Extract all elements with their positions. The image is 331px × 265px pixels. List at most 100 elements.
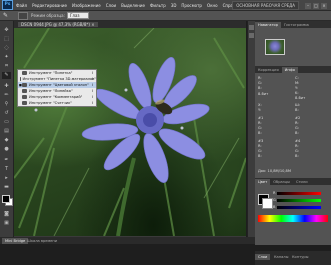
menu-file[interactable]: Файл [16, 3, 27, 8]
sample-3-g: G: [258, 149, 262, 153]
sample-2-g: G: [295, 126, 299, 130]
healing-brush-tool-icon[interactable]: ✚ [2, 83, 11, 90]
info-h-label: В: [295, 108, 299, 112]
info-g-label: G: [258, 81, 262, 85]
brush-tool-icon[interactable]: ✏ [2, 92, 11, 99]
quick-select-tool-icon[interactable]: ✦ [2, 54, 11, 61]
info-x-label: X: [258, 103, 262, 107]
history-panel-icon[interactable] [249, 25, 254, 30]
toolbox: ✥ ⬚ ◌ ✦ ⌗ ✎ ✚ ✏ ⚲ ↺ ▭ ▤ ◆ ● ✒ T ▸ ▬ ◙ ▣ [0, 21, 14, 237]
lasso-tool-icon[interactable]: ◌ [2, 45, 11, 52]
panel-dock: Навигатор Гистограмма 47,29% Коррекция И… [255, 21, 331, 265]
sample-4-b: B: [295, 154, 299, 158]
minimize-button[interactable]: – [305, 2, 311, 9]
sample-3-label: #3 [258, 139, 264, 143]
dodge-tool-icon[interactable]: ● [2, 146, 11, 153]
info-panel: R: G: B: 8-бит C: M: Y: K: 8-бит X: Y: Ш… [255, 73, 331, 197]
color-r-slider[interactable] [277, 192, 321, 195]
menu-3d[interactable]: 3D [171, 3, 177, 8]
collapsed-panel-icons [247, 21, 255, 237]
sample-1-label: #1 [258, 116, 264, 120]
color-g-slider[interactable] [277, 199, 321, 202]
properties-panel-icon[interactable] [249, 33, 254, 38]
eyedropper-icon [22, 71, 27, 75]
navigator-tabs: Навигатор Гистограмма [255, 21, 331, 28]
navigator-thumbnail[interactable] [265, 39, 285, 55]
sample-1-g: G: [258, 126, 262, 130]
color-spectrum-ramp[interactable] [258, 215, 328, 222]
document-tab[interactable]: DSCN 0944 JPG @ 47,3% (RGB/8*) × [18, 22, 98, 27]
color-b-label: B [273, 205, 276, 209]
menu-view[interactable]: Просмотр [181, 3, 202, 8]
sample-4-r: R: [295, 144, 299, 148]
info-bitdepth-left: 8-бит [258, 92, 269, 96]
info-b-label: B: [258, 86, 262, 90]
workspace-switcher[interactable]: ОСНОВНАЯ РАБОЧАЯ СРЕДА [232, 1, 299, 10]
color-b-slider[interactable] [277, 206, 321, 209]
sample-2-b: B: [295, 131, 299, 135]
shape-tool-icon[interactable]: ▬ [2, 184, 11, 191]
clone-stamp-tool-icon[interactable]: ⚲ [2, 101, 11, 108]
options-bar: ✎ Режим образца: Глаз [0, 11, 331, 21]
ruler-icon [22, 89, 27, 93]
color-panel: R G B [255, 185, 331, 245]
sample-4-label: #4 [295, 139, 301, 143]
info-tabs: Коррекция Инфо [255, 66, 331, 73]
tool-flyout-menu: Инструмент "Пипетка" I Инструмент "Пипет… [17, 69, 97, 107]
maximize-button[interactable]: □ [313, 2, 319, 9]
path-select-tool-icon[interactable]: ▸ [2, 175, 11, 182]
note-icon [22, 95, 27, 99]
pen-tool-icon[interactable]: ✒ [2, 157, 11, 164]
sample-3-r: R: [258, 144, 262, 148]
3d-eyedropper-icon [19, 77, 21, 81]
color-r-label: R [273, 191, 276, 195]
app-logo: Ps [2, 0, 13, 10]
color-tabs: Цвет Образцы Стили [255, 178, 331, 185]
menu-image[interactable]: Изображение [72, 3, 101, 8]
image-canvas[interactable] [14, 28, 246, 236]
bottom-panel-bar: Mini Bridge Шкала времени [0, 237, 255, 244]
info-y-coord-label: Y: [258, 108, 261, 112]
quick-mask-icon[interactable]: ◙ [2, 211, 11, 218]
foreground-color-swatch[interactable] [2, 195, 10, 203]
blur-tool-icon[interactable]: ◆ [2, 137, 11, 144]
photo-chicory-flower [14, 28, 246, 236]
info-k-label: K: [295, 91, 299, 95]
sample-2-r: R: [295, 121, 299, 125]
menu-layers[interactable]: Слои [106, 3, 116, 8]
eyedropper-tool-icon[interactable]: ✎ [2, 72, 11, 79]
menu-bar: Ps Файл Редактирование Изображение Слои … [0, 0, 331, 11]
sample-3-b: B: [258, 154, 262, 158]
layers-tabs: Слои Каналы Контуры [255, 251, 331, 265]
count-icon [22, 101, 27, 105]
menu-window[interactable]: Окно [207, 3, 218, 8]
crop-tool-icon[interactable]: ⌗ [2, 63, 11, 70]
menu-select[interactable]: Выделение [121, 3, 145, 8]
info-c-label: C: [295, 76, 299, 80]
gradient-tool-icon[interactable]: ▤ [2, 128, 11, 135]
screen-mode-icon[interactable]: ▣ [2, 220, 11, 227]
tab-layers[interactable]: Слои [255, 254, 271, 260]
sample-mode-select[interactable]: Глаз [66, 12, 89, 19]
info-y-label: Y: [295, 86, 298, 90]
info-w-label: Ш: [295, 103, 301, 107]
history-brush-tool-icon[interactable]: ↺ [2, 110, 11, 117]
sample-4-g: G: [295, 149, 299, 153]
sample-2-label: #2 [295, 116, 301, 120]
color-bg-swatch[interactable] [262, 198, 273, 209]
sample-1-b: B: [258, 131, 262, 135]
eyedropper-icon[interactable]: ✎ [3, 12, 8, 19]
window-controls: ОСНОВНАЯ РАБОЧАЯ СРЕДА – □ × [232, 1, 327, 10]
move-tool-icon[interactable]: ✥ [2, 27, 11, 34]
tab-timeline[interactable]: Шкала времени [24, 238, 60, 244]
marquee-tool-icon[interactable]: ⬚ [2, 36, 11, 43]
info-bitdepth-right: 8-бит [295, 96, 306, 100]
menu-edit[interactable]: Редактирование [32, 3, 67, 8]
type-tool-icon[interactable]: T [2, 166, 11, 173]
tool-preset-picker[interactable] [18, 11, 29, 20]
tab-paths[interactable]: Контуры [289, 254, 311, 260]
eraser-tool-icon[interactable]: ▭ [2, 119, 11, 126]
flyout-item-count[interactable]: Инструмент "Счетчик" I [18, 100, 96, 106]
menu-filter[interactable]: Фильтр [150, 3, 166, 8]
close-button[interactable]: × [321, 2, 327, 9]
